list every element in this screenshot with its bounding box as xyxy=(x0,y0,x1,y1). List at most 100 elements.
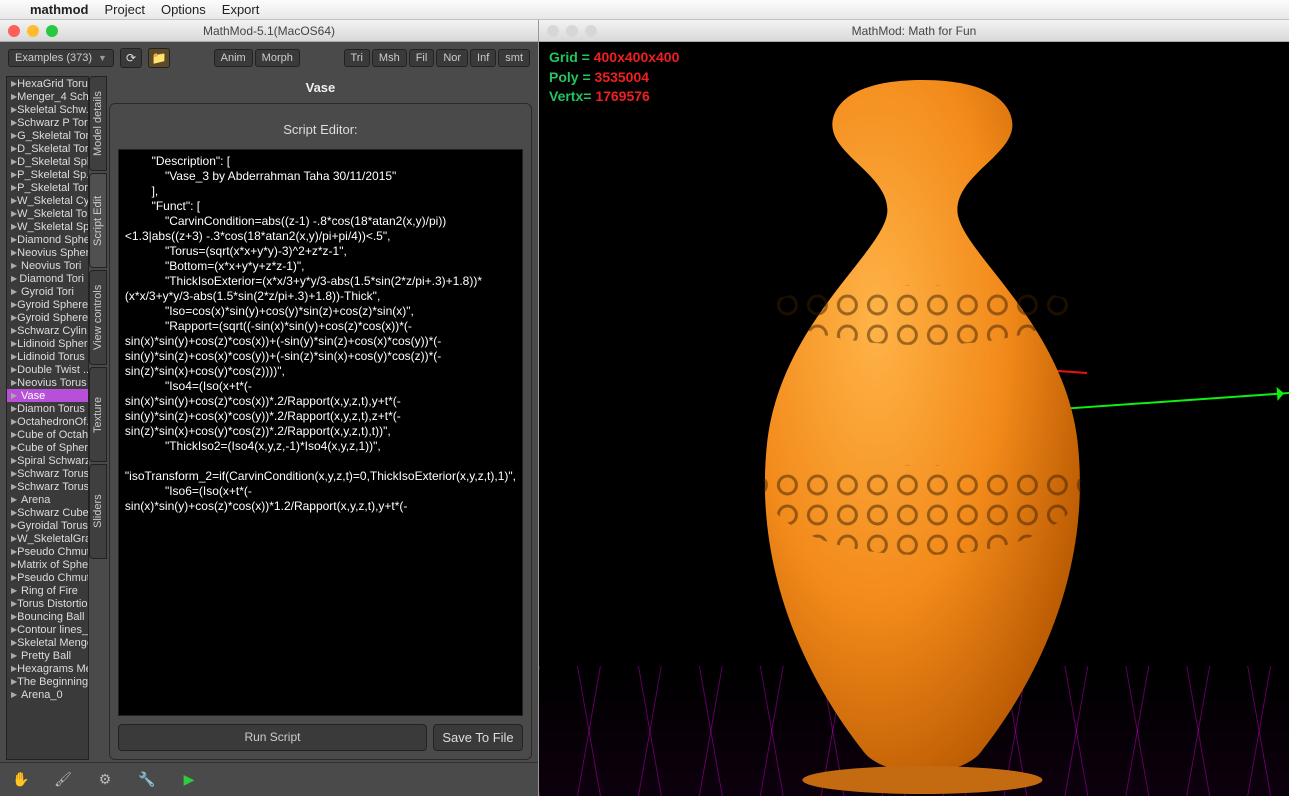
save-to-file-button[interactable]: Save To File xyxy=(433,724,523,751)
tree-item[interactable]: ▶W_SkeletalGra... xyxy=(7,532,88,545)
tree-item[interactable]: ▶Gyroid Tori xyxy=(7,285,88,298)
nor-button[interactable]: Nor xyxy=(436,49,468,67)
tree-item[interactable]: ▶Gyroidal Torus xyxy=(7,519,88,532)
model-tree[interactable]: ▶HexaGrid Torus▶Menger_4 Sch...▶Skeletal… xyxy=(6,76,89,760)
tri-button[interactable]: Tri xyxy=(344,49,370,67)
tree-item[interactable]: ▶Spiral Schwarz... xyxy=(7,454,88,467)
inf-button[interactable]: Inf xyxy=(470,49,496,67)
run-script-button[interactable]: Run Script xyxy=(118,724,427,751)
tree-item[interactable]: ▶Schwarz Cylin... xyxy=(7,324,88,337)
tree-item[interactable]: ▶W_Skeletal Cyl... xyxy=(7,194,88,207)
tree-item[interactable]: ▶HexaGrid Torus xyxy=(7,77,88,90)
tree-item[interactable]: ▶P_Skeletal Sp... xyxy=(7,168,88,181)
settings-icon[interactable]: ⚙ xyxy=(94,769,116,791)
tree-item[interactable]: ▶P_Skeletal Tori xyxy=(7,181,88,194)
brush-icon[interactable]: 🖌 xyxy=(52,769,74,791)
tree-item[interactable]: ▶W_Skeletal Sp... xyxy=(7,220,88,233)
wrench-icon[interactable]: 🔧 xyxy=(136,769,158,791)
tree-item[interactable]: ▶Pseudo Chmut... xyxy=(7,545,88,558)
tree-item[interactable]: ▶Neovius Sphere xyxy=(7,246,88,259)
script-editor-textarea[interactable]: "Description": [ "Vase_3 by Abderrahman … xyxy=(118,149,523,716)
tree-item[interactable]: ▶Schwarz Cube ... xyxy=(7,506,88,519)
tab-view-controls[interactable]: View controls xyxy=(89,270,107,365)
app-name[interactable]: mathmod xyxy=(30,2,89,17)
maximize-icon[interactable] xyxy=(585,25,597,37)
tab-script-edit[interactable]: Script Edit xyxy=(89,173,107,268)
morph-button[interactable]: Morph xyxy=(255,49,300,67)
menu-export[interactable]: Export xyxy=(222,2,260,17)
tab-sliders[interactable]: Sliders xyxy=(89,464,107,559)
tab-texture[interactable]: Texture xyxy=(89,367,107,462)
open-folder-button[interactable]: 📁 xyxy=(148,48,170,68)
anim-button[interactable]: Anim xyxy=(214,49,253,67)
tree-item[interactable]: ▶Lidinoid Sphere xyxy=(7,337,88,350)
tree-item[interactable]: ▶G_Skeletal Tori xyxy=(7,129,88,142)
tree-item[interactable]: ▶Arena xyxy=(7,493,88,506)
tree-item[interactable]: ▶Menger_4 Sch... xyxy=(7,90,88,103)
tree-item[interactable]: ▶D_Skeletal Sph... xyxy=(7,155,88,168)
tree-item-label: Skeletal Schw... xyxy=(17,104,88,116)
tree-item[interactable]: ▶OctahedronOf... xyxy=(7,415,88,428)
tree-item[interactable]: ▶Schwarz Torus... xyxy=(7,480,88,493)
tree-item[interactable]: ▶Neovius Tori xyxy=(7,259,88,272)
tree-item[interactable]: ▶Ring of Fire xyxy=(7,584,88,597)
tree-item[interactable]: ▶Schwarz Torus... xyxy=(7,467,88,480)
tree-item[interactable]: ▶Neovius Torus xyxy=(7,376,88,389)
tree-item[interactable]: ▶Diamon Torus xyxy=(7,402,88,415)
tree-item[interactable]: ▶Pseudo Chmut... xyxy=(7,571,88,584)
mac-menubar: mathmod Project Options Export xyxy=(0,0,1289,20)
tree-item-label: The Beginning xyxy=(17,676,88,688)
menu-project[interactable]: Project xyxy=(105,2,145,17)
tree-item[interactable]: ▶Skeletal Menger xyxy=(7,636,88,649)
tree-item[interactable]: ▶Bouncing Ball xyxy=(7,610,88,623)
viewport-titlebar[interactable]: MathMod: Math for Fun xyxy=(539,20,1289,42)
expand-icon: ▶ xyxy=(11,586,21,595)
tab-model-details[interactable]: Model details xyxy=(89,76,107,171)
editor-titlebar[interactable]: MathMod-5.1(MacOS64) xyxy=(0,20,538,42)
tree-item[interactable]: ▶Vase xyxy=(7,389,88,402)
tree-item[interactable]: ▶Cube of Spheres xyxy=(7,441,88,454)
tree-item[interactable]: ▶The Beginning xyxy=(7,675,88,688)
maximize-icon[interactable] xyxy=(46,25,58,37)
tree-item[interactable]: ▶Lidinoid Torus xyxy=(7,350,88,363)
tree-item-label: Neovius Torus xyxy=(17,377,87,389)
tree-item[interactable]: ▶Torus Distortion xyxy=(7,597,88,610)
viewport-window-title: MathMod: Math for Fun xyxy=(852,24,977,38)
tree-item[interactable]: ▶Gyroid Sphere xyxy=(7,311,88,324)
close-icon[interactable] xyxy=(547,25,559,37)
tree-item[interactable]: ▶Pretty Ball xyxy=(7,649,88,662)
model-name-label: Vase xyxy=(109,76,532,103)
refresh-button[interactable]: ⟳ xyxy=(120,48,142,68)
fil-button[interactable]: Fil xyxy=(409,49,435,67)
tree-item[interactable]: ▶Double Twist ... xyxy=(7,363,88,376)
tree-item[interactable]: ▶Diamond Sphere xyxy=(7,233,88,246)
tree-item-label: Schwarz Torus... xyxy=(17,481,88,493)
tree-item[interactable]: ▶Schwarz P Tori xyxy=(7,116,88,129)
play-icon[interactable]: ▶ xyxy=(178,769,200,791)
tree-item[interactable]: ▶D_Skeletal Tori xyxy=(7,142,88,155)
minimize-icon[interactable] xyxy=(566,25,578,37)
minimize-icon[interactable] xyxy=(27,25,39,37)
editor-window: MathMod-5.1(MacOS64) Examples (373) ▼ ⟳ … xyxy=(0,20,539,796)
tree-item-label: Schwarz Torus... xyxy=(17,468,88,480)
tree-item[interactable]: ▶W_Skeletal Tori xyxy=(7,207,88,220)
tree-item[interactable]: ▶Diamond Tori xyxy=(7,272,88,285)
tree-item[interactable]: ▶Skeletal Schw... xyxy=(7,103,88,116)
tree-item[interactable]: ▶Arena_0 xyxy=(7,688,88,701)
tree-item[interactable]: ▶Matrix of Sphe... xyxy=(7,558,88,571)
smt-button[interactable]: smt xyxy=(498,49,530,67)
tree-item[interactable]: ▶Cube of Octah... xyxy=(7,428,88,441)
tree-item[interactable]: ▶Contour lines_1 xyxy=(7,623,88,636)
menu-options[interactable]: Options xyxy=(161,2,206,17)
examples-dropdown[interactable]: Examples (373) ▼ xyxy=(8,49,114,67)
editor-panel: Vase Script Editor: "Description": [ "Va… xyxy=(109,76,532,760)
tree-item-label: D_Skeletal Tori xyxy=(17,143,88,155)
msh-button[interactable]: Msh xyxy=(372,49,407,67)
hand-icon[interactable]: ✋ xyxy=(10,769,32,791)
3d-viewport[interactable]: Grid = 400x400x400 Poly = 3535004 Vertx=… xyxy=(539,42,1289,796)
tree-item-label: Hexagrams Me... xyxy=(17,663,88,675)
close-icon[interactable] xyxy=(8,25,20,37)
tree-item[interactable]: ▶Gyroid Sphere xyxy=(7,298,88,311)
tree-item[interactable]: ▶Hexagrams Me... xyxy=(7,662,88,675)
refresh-icon: ⟳ xyxy=(126,51,136,65)
